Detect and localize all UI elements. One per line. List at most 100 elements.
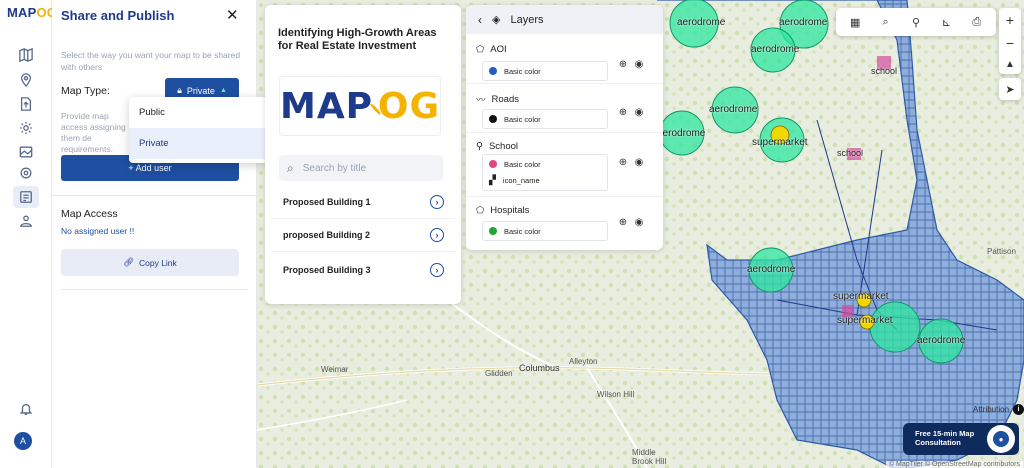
- rail-upload-button[interactable]: [13, 93, 39, 115]
- attribution-button[interactable]: Attribution i: [973, 404, 1024, 415]
- app-logo: MAPOG: [7, 5, 58, 20]
- map-icon: [19, 48, 33, 62]
- compass-icon[interactable]: ▲: [1005, 59, 1015, 70]
- zoom-in-button[interactable]: +: [1006, 12, 1014, 28]
- layer-style[interactable]: Basic color: [482, 109, 608, 129]
- story-item-label: proposed Building 2: [283, 230, 370, 240]
- eye-icon[interactable]: ◉: [633, 156, 645, 168]
- map-access-title: Map Access: [61, 208, 118, 220]
- locate-button[interactable]: ➤: [999, 78, 1021, 100]
- chat-icon: ●: [993, 431, 1009, 447]
- map-type-dropdown: Public Private: [129, 97, 286, 163]
- story-item[interactable]: Proposed Building 3 ›: [271, 253, 455, 286]
- polygon-icon: ⬠: [476, 205, 485, 216]
- layers-header: ‹ ◈ Layers: [466, 5, 663, 34]
- chat-button[interactable]: ●: [987, 425, 1015, 453]
- map-toolbar: ▦ ⌕ ⚲ ⊾ ⎙: [836, 8, 996, 36]
- rail-gear-button[interactable]: [13, 162, 39, 184]
- map-type-label: Map Type:: [61, 85, 110, 97]
- school-icon: ▞: [489, 174, 496, 185]
- poi-aerodrome-4: aerodrome: [709, 104, 758, 115]
- point-icon: ⚲: [476, 141, 483, 152]
- poi-school-2: school: [837, 148, 864, 158]
- layer-style[interactable]: Basic color ▞ icon_name: [482, 154, 608, 191]
- map-style-icon[interactable]: ▦: [848, 15, 862, 29]
- bell-icon: [19, 403, 33, 415]
- share-description: Select the way you want your map to be s…: [61, 50, 241, 72]
- gear-icon: [20, 167, 32, 179]
- chevron-right-circle-icon[interactable]: ›: [430, 262, 444, 277]
- avatar[interactable]: A: [14, 432, 32, 450]
- measure-icon[interactable]: ⊾: [939, 15, 953, 29]
- layers-title: Layers: [510, 13, 544, 26]
- story-item-label: Proposed Building 3: [283, 264, 371, 275]
- rail-image-button[interactable]: [13, 141, 39, 163]
- rail-map-button[interactable]: [13, 44, 39, 66]
- rail-settings-button[interactable]: [13, 117, 39, 139]
- link-icon: 🔗︎: [123, 257, 134, 267]
- label-glidden: Glidden: [485, 369, 513, 378]
- zoom-to-layer-icon[interactable]: ⊕: [617, 106, 629, 118]
- location-pin-icon: [20, 73, 32, 87]
- story-logo: MAP OG: [279, 76, 441, 136]
- poi-aerodrome-6: aerodrome: [747, 264, 796, 275]
- layer-tools: ⊕ ◉: [617, 58, 645, 70]
- story-item[interactable]: proposed Building 2 ›: [271, 219, 455, 252]
- rail-team-button[interactable]: [13, 210, 39, 232]
- rail-share-button[interactable]: [13, 186, 39, 208]
- story-item[interactable]: Proposed Building 1 ›: [271, 186, 455, 219]
- layer-name: 〰 Roads: [476, 93, 519, 107]
- location-pin-icon[interactable]: ⚲: [909, 15, 923, 29]
- story-panel: Identifying High-Growth Areas for Real E…: [265, 5, 461, 304]
- label-pattison: Pattison: [987, 247, 1016, 256]
- divider: [52, 195, 257, 196]
- style-label: Basic color: [504, 226, 541, 236]
- dropdown-option-public[interactable]: Public: [129, 97, 286, 128]
- search-icon[interactable]: ⌕: [879, 15, 893, 29]
- panel-title: Share and Publish: [61, 8, 175, 23]
- poi-aerodrome-2: aerodrome: [779, 17, 828, 28]
- layer-style[interactable]: Basic color: [482, 61, 608, 81]
- zoom-to-layer-icon[interactable]: ⊕: [617, 58, 629, 70]
- story-search-input[interactable]: ⌕ Search by title: [279, 155, 443, 181]
- color-swatch: [489, 115, 497, 123]
- eye-icon[interactable]: ◉: [633, 216, 645, 228]
- style-label: icon_name: [502, 175, 540, 185]
- label-wilson-hill: Wilson Hill: [597, 390, 635, 399]
- polygon-icon: ⬠: [476, 44, 485, 55]
- zoom-to-layer-icon[interactable]: ⊕: [617, 216, 629, 228]
- close-icon[interactable]: ✕: [226, 6, 239, 24]
- layer-name: ⬠ AOI: [476, 44, 507, 55]
- poi-aerodrome-3: aerodrome: [751, 44, 800, 55]
- chevron-right-circle-icon[interactable]: ›: [430, 228, 444, 242]
- print-icon[interactable]: ⎙: [970, 15, 984, 29]
- layer-style[interactable]: Basic color: [482, 221, 608, 241]
- color-swatch: [489, 160, 497, 168]
- rail-notifications-button[interactable]: [13, 398, 39, 420]
- zoom-to-layer-icon[interactable]: ⊕: [617, 156, 629, 168]
- eye-icon[interactable]: ◉: [633, 58, 645, 70]
- poi-aerodrome-5: aerodrome: [657, 128, 706, 139]
- eye-icon[interactable]: ◉: [633, 106, 645, 118]
- zoom-control: + − ▲: [999, 8, 1021, 74]
- poi-aerodrome-1: aerodrome: [677, 17, 726, 28]
- rail-location-button[interactable]: [13, 69, 39, 91]
- map-type-value: Private: [186, 85, 215, 96]
- divider: [61, 289, 248, 290]
- story-item-label: Proposed Building 1: [283, 197, 371, 207]
- style-label: Basic color: [504, 114, 541, 124]
- chevron-left-icon[interactable]: ‹: [478, 13, 482, 27]
- zoom-out-button[interactable]: −: [1006, 35, 1014, 51]
- layer-name: ⚲ School: [476, 141, 519, 152]
- label-weimar: Weimar: [321, 365, 349, 374]
- settings-icon: [19, 121, 33, 135]
- line-icon: 〰: [476, 95, 486, 106]
- style-label: Basic color: [504, 159, 541, 169]
- layer-school: ⚲ School Basic color ▞ icon_name ⊕ ◉: [466, 133, 663, 197]
- copy-link-button[interactable]: 🔗︎ Copy Link: [61, 249, 239, 276]
- chevron-right-circle-icon[interactable]: ›: [430, 195, 444, 209]
- color-swatch: [489, 67, 497, 75]
- poi-supermarket-2: supermarket: [833, 291, 889, 302]
- search-placeholder: Search by title: [302, 162, 367, 174]
- dropdown-option-private[interactable]: Private: [129, 128, 286, 159]
